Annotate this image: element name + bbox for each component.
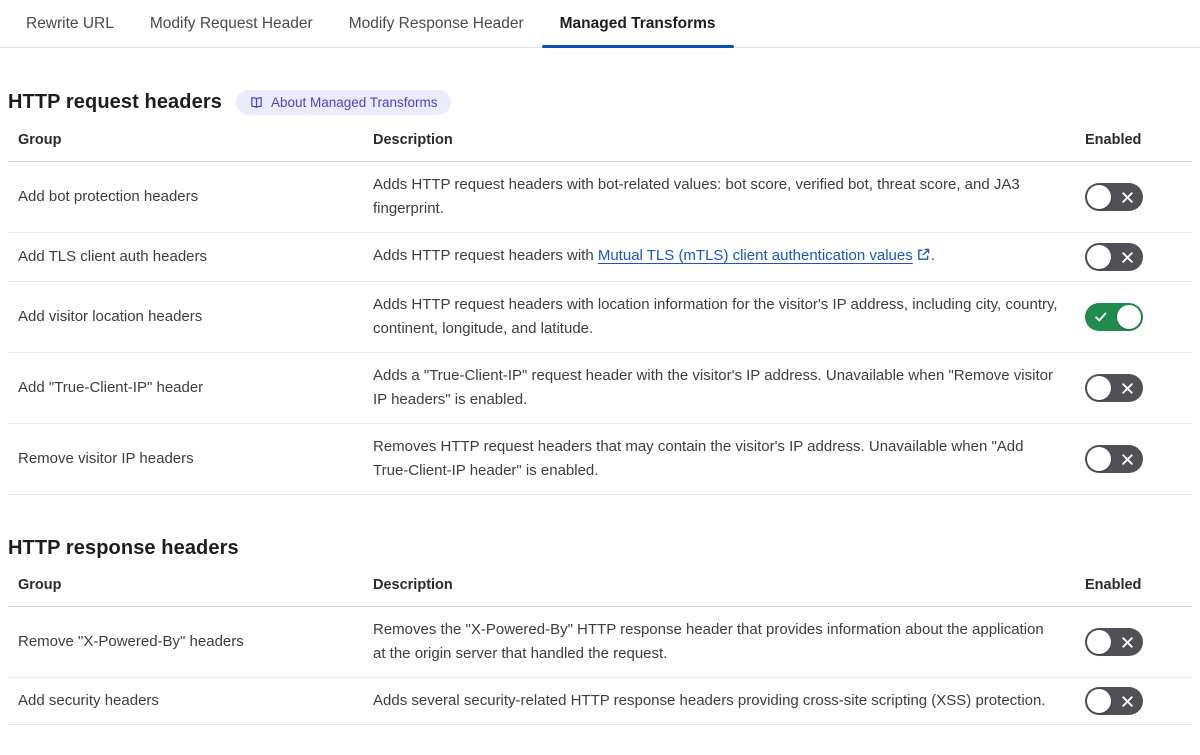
toggle-add-visitor-location-headers[interactable] bbox=[1085, 303, 1143, 331]
column-header-group: Group bbox=[8, 564, 363, 607]
about-badge-label: About Managed Transforms bbox=[270, 94, 438, 110]
response-headers-table: Group Description Enabled Remove "X-Powe… bbox=[8, 564, 1192, 725]
x-icon bbox=[1119, 445, 1135, 473]
x-icon bbox=[1119, 687, 1135, 715]
row-group-label: Remove "X-Powered-By" headers bbox=[8, 606, 363, 678]
description-text: Adds HTTP request headers with bbox=[373, 247, 598, 264]
toggle-remove-visitor-ip-headers[interactable] bbox=[1085, 445, 1143, 473]
x-icon bbox=[1119, 374, 1135, 402]
toggle-knob bbox=[1087, 185, 1111, 209]
row-group-label: Add bot protection headers bbox=[8, 161, 363, 233]
about-managed-transforms-badge[interactable]: About Managed Transforms bbox=[235, 90, 451, 115]
book-icon bbox=[251, 97, 262, 108]
row-group-label: Add "True-Client-IP" header bbox=[8, 352, 363, 424]
table-row-add-visitor-location: Add visitor location headers Adds HTTP r… bbox=[8, 281, 1192, 353]
mtls-docs-link[interactable]: Mutual TLS (mTLS) client authentication … bbox=[598, 247, 913, 264]
description-text: . bbox=[930, 247, 935, 264]
table-row-add-bot-protection: Add bot protection headers Adds HTTP req… bbox=[8, 161, 1192, 233]
x-icon bbox=[1119, 183, 1135, 211]
row-group-label: Add TLS client auth headers bbox=[8, 232, 363, 282]
managed-transforms-page: HTTP request headers About Managed Trans… bbox=[0, 90, 1200, 755]
transform-rules-tabbar: Rewrite URL Modify Request Header Modify… bbox=[0, 0, 1200, 48]
row-description: Removes the "X-Powered-By" HTTP response… bbox=[363, 606, 1075, 678]
table-row-remove-visitor-ip: Remove visitor IP headers Removes HTTP r… bbox=[8, 423, 1192, 495]
column-header-group: Group bbox=[8, 119, 363, 162]
response-headers-title: HTTP response headers bbox=[8, 537, 239, 559]
check-icon bbox=[1093, 303, 1109, 331]
external-link-icon bbox=[916, 246, 931, 270]
toggle-remove-x-powered-by-headers[interactable] bbox=[1085, 628, 1143, 656]
x-icon bbox=[1119, 628, 1135, 656]
row-description: Adds HTTP request headers with Mutual TL… bbox=[363, 232, 1075, 282]
row-description: Adds HTTP request headers with bot-relat… bbox=[363, 161, 1075, 233]
row-group-label: Remove visitor IP headers bbox=[8, 423, 363, 495]
toggle-knob bbox=[1087, 376, 1111, 400]
row-group-label: Add visitor location headers bbox=[8, 281, 363, 353]
x-icon bbox=[1119, 243, 1135, 271]
row-description: Removes HTTP request headers that may co… bbox=[363, 423, 1075, 495]
request-headers-section-head: HTTP request headers About Managed Trans… bbox=[8, 90, 1192, 115]
toggle-add-security-headers[interactable] bbox=[1085, 687, 1143, 715]
toggle-knob bbox=[1087, 447, 1111, 471]
tab-modify-response-header[interactable]: Modify Response Header bbox=[331, 0, 542, 47]
tab-managed-transforms[interactable]: Managed Transforms bbox=[541, 0, 734, 48]
toggle-add-true-client-ip-header[interactable] bbox=[1085, 374, 1143, 402]
table-row-add-true-client-ip: Add "True-Client-IP" header Adds a "True… bbox=[8, 352, 1192, 424]
tab-modify-request-header[interactable]: Modify Request Header bbox=[132, 0, 331, 47]
toggle-knob bbox=[1087, 245, 1111, 269]
row-description: Adds HTTP request headers with location … bbox=[363, 281, 1075, 353]
toggle-add-tls-client-auth-headers[interactable] bbox=[1085, 243, 1143, 271]
column-header-enabled: Enabled bbox=[1075, 119, 1192, 162]
toggle-knob bbox=[1087, 689, 1111, 713]
row-description: Adds a "True-Client-IP" request header w… bbox=[363, 352, 1075, 424]
toggle-add-bot-protection-headers[interactable] bbox=[1085, 183, 1143, 211]
toggle-knob bbox=[1117, 305, 1141, 329]
column-header-description: Description bbox=[363, 119, 1075, 162]
row-description: Adds several security-related HTTP respo… bbox=[363, 677, 1075, 725]
tab-rewrite-url[interactable]: Rewrite URL bbox=[8, 0, 132, 47]
request-table-header-row: Group Description Enabled bbox=[8, 119, 1192, 162]
table-row-add-security-headers: Add security headers Adds several securi… bbox=[8, 677, 1192, 725]
request-headers-title: HTTP request headers bbox=[8, 91, 222, 113]
toggle-knob bbox=[1087, 630, 1111, 654]
table-row-remove-x-powered-by: Remove "X-Powered-By" headers Removes th… bbox=[8, 606, 1192, 678]
request-headers-table: Group Description Enabled Add bot protec… bbox=[8, 119, 1192, 495]
column-header-description: Description bbox=[363, 564, 1075, 607]
column-header-enabled: Enabled bbox=[1075, 564, 1192, 607]
row-group-label: Add security headers bbox=[8, 677, 363, 725]
table-row-add-tls-client-auth: Add TLS client auth headers Adds HTTP re… bbox=[8, 232, 1192, 282]
response-headers-section-head: HTTP response headers bbox=[8, 537, 1192, 560]
response-table-header-row: Group Description Enabled bbox=[8, 564, 1192, 607]
